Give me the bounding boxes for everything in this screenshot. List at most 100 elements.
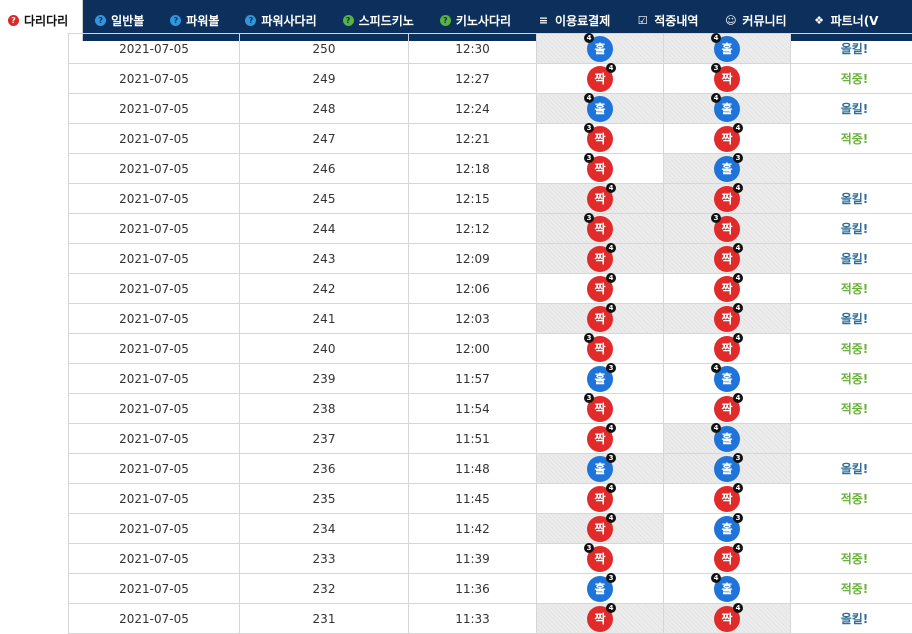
pick2-cell: 짝3 bbox=[664, 64, 791, 94]
ball-label: 짝 bbox=[594, 402, 605, 416]
pick2-cell: 짝4 bbox=[664, 184, 791, 214]
time-cell: 11:39 bbox=[409, 544, 537, 574]
results-table-body: 2021-07-0525012:30홀4홀4올킬!2021-07-0524912… bbox=[69, 34, 912, 634]
pick1-cell: 짝3 bbox=[537, 394, 664, 424]
table-row: 2021-07-0523711:51짝4홀4 bbox=[69, 424, 912, 454]
ball-label: 짝 bbox=[594, 612, 605, 626]
round-cell: 248 bbox=[240, 94, 409, 124]
pick1-cell: 홀3 bbox=[537, 574, 664, 604]
result-cell: 올킬! bbox=[791, 244, 912, 274]
count-badge: 3 bbox=[606, 363, 616, 373]
pick1-cell: 짝4 bbox=[537, 424, 664, 454]
pick1-cell: 홀3 bbox=[537, 364, 664, 394]
ball-label: 홀 bbox=[721, 432, 732, 446]
ball-label: 짝 bbox=[594, 552, 605, 566]
nav-item-label: 일반볼 bbox=[111, 12, 144, 29]
odd-ball-icon: 홀3 bbox=[587, 456, 613, 482]
count-badge: 4 bbox=[606, 513, 616, 523]
result-cell: 올킬! bbox=[791, 184, 912, 214]
count-badge: 4 bbox=[733, 243, 743, 253]
ball-label: 짝 bbox=[594, 432, 605, 446]
date-cell: 2021-07-05 bbox=[69, 604, 240, 634]
ball-label: 홀 bbox=[594, 102, 605, 116]
date-cell: 2021-07-05 bbox=[69, 94, 240, 124]
odd-ball-icon: 홀3 bbox=[714, 456, 740, 482]
ball-label: 짝 bbox=[721, 132, 732, 146]
count-badge: 3 bbox=[584, 393, 594, 403]
nav-item-label: 파워볼 bbox=[186, 12, 219, 29]
pick2-cell: 짝4 bbox=[664, 394, 791, 424]
pick2-cell: 짝4 bbox=[664, 304, 791, 334]
count-badge: 4 bbox=[606, 183, 616, 193]
results-table: 2021-07-0525012:30홀4홀4올킬!2021-07-0524912… bbox=[68, 33, 912, 634]
table-row: 2021-07-0524112:03짝4짝4올킬! bbox=[69, 304, 912, 334]
pick2-cell: 짝4 bbox=[664, 274, 791, 304]
round-cell: 247 bbox=[240, 124, 409, 154]
count-badge: 3 bbox=[584, 153, 594, 163]
ball-label: 짝 bbox=[594, 522, 605, 536]
even-ball-icon: 짝4 bbox=[714, 396, 740, 422]
time-cell: 11:36 bbox=[409, 574, 537, 604]
ball-label: 짝 bbox=[721, 252, 732, 266]
even-ball-icon: 짝4 bbox=[714, 186, 740, 212]
ball-label: 짝 bbox=[721, 552, 732, 566]
result-cell bbox=[791, 514, 912, 544]
table-row: 2021-07-0523211:36홀3홀4적중! bbox=[69, 574, 912, 604]
nav-item-label: 적중내역 bbox=[654, 12, 698, 29]
ball-label: 짝 bbox=[594, 132, 605, 146]
time-cell: 12:12 bbox=[409, 214, 537, 244]
table-row: 2021-07-0524612:18짝3홀3 bbox=[69, 154, 912, 184]
pick2-cell: 홀4 bbox=[664, 574, 791, 604]
table-row: 2021-07-0523911:57홀3홀4적중! bbox=[69, 364, 912, 394]
count-badge: 4 bbox=[733, 483, 743, 493]
table-row: 2021-07-0523311:39짝3짝4적중! bbox=[69, 544, 912, 574]
pick1-cell: 짝4 bbox=[537, 184, 664, 214]
nav-item-label: 파워사다리 bbox=[261, 12, 316, 29]
nav-item-label: 키노사다리 bbox=[456, 12, 511, 29]
even-ball-icon: 짝4 bbox=[587, 186, 613, 212]
date-cell: 2021-07-05 bbox=[69, 214, 240, 244]
round-cell: 242 bbox=[240, 274, 409, 304]
ball-label: 짝 bbox=[721, 342, 732, 356]
even-ball-icon: 짝3 bbox=[587, 396, 613, 422]
nav-item-label: 파트너(V bbox=[831, 12, 879, 29]
pick1-cell: 짝4 bbox=[537, 244, 664, 274]
time-cell: 12:06 bbox=[409, 274, 537, 304]
table-row: 2021-07-0524712:21짝3짝4적중! bbox=[69, 124, 912, 154]
ball-label: 짝 bbox=[594, 252, 605, 266]
count-badge: 3 bbox=[584, 333, 594, 343]
result-cell: 올킬! bbox=[791, 214, 912, 244]
time-cell: 12:30 bbox=[409, 34, 537, 64]
round-cell: 241 bbox=[240, 304, 409, 334]
even-ball-icon: 짝4 bbox=[714, 606, 740, 632]
table-row: 2021-07-0523811:54짝3짝4적중! bbox=[69, 394, 912, 424]
pick2-cell: 짝4 bbox=[664, 244, 791, 274]
count-badge: 4 bbox=[606, 243, 616, 253]
pick2-cell: 홀4 bbox=[664, 364, 791, 394]
nav-item-label: 커뮤니티 bbox=[742, 12, 786, 29]
pick1-cell: 홀4 bbox=[537, 94, 664, 124]
ball-label: 짝 bbox=[594, 222, 605, 236]
even-ball-icon: 짝4 bbox=[714, 306, 740, 332]
ball-label: 짝 bbox=[594, 312, 605, 326]
ball-label: 홀 bbox=[594, 582, 605, 596]
pick1-cell: 짝4 bbox=[537, 604, 664, 634]
pick1-cell: 짝4 bbox=[537, 484, 664, 514]
question-circle-icon: ? bbox=[343, 15, 354, 26]
round-cell: 231 bbox=[240, 604, 409, 634]
table-row: 2021-07-0524912:27짝4짝3적중! bbox=[69, 64, 912, 94]
even-ball-icon: 짝4 bbox=[587, 246, 613, 272]
result-cell: 올킬! bbox=[791, 94, 912, 124]
question-circle-icon: ? bbox=[245, 15, 256, 26]
even-ball-icon: 짝4 bbox=[714, 336, 740, 362]
date-cell: 2021-07-05 bbox=[69, 154, 240, 184]
even-ball-icon: 짝4 bbox=[714, 246, 740, 272]
round-cell: 246 bbox=[240, 154, 409, 184]
date-cell: 2021-07-05 bbox=[69, 304, 240, 334]
ball-label: 홀 bbox=[721, 372, 732, 386]
table-row: 2021-07-0523511:45짝4짝4적중! bbox=[69, 484, 912, 514]
round-cell: 238 bbox=[240, 394, 409, 424]
count-badge: 4 bbox=[584, 93, 594, 103]
time-cell: 12:24 bbox=[409, 94, 537, 124]
ball-label: 짝 bbox=[721, 72, 732, 86]
